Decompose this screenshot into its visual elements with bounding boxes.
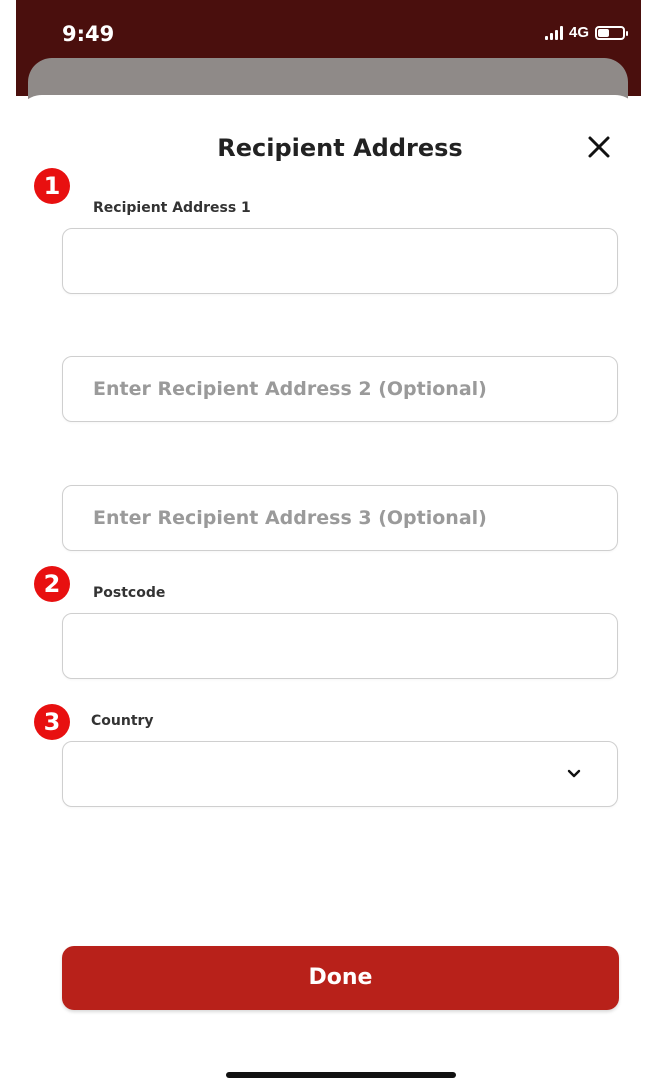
address3-field-box xyxy=(62,485,618,551)
network-label: 4G xyxy=(568,24,589,41)
signal-icon xyxy=(544,25,563,40)
step-marker-2: 2 xyxy=(34,566,70,602)
postcode-field-box xyxy=(62,613,618,679)
address2-field-box xyxy=(62,356,618,422)
page-title: Recipient Address xyxy=(217,134,463,162)
address1-field-box xyxy=(62,228,618,294)
phone-screen: 9:49 4G Recipient Address 1 Recipient Ad… xyxy=(0,0,647,1083)
battery-icon xyxy=(595,25,628,40)
country-select[interactable] xyxy=(62,741,618,807)
close-button[interactable] xyxy=(584,132,614,162)
chevron-down-icon xyxy=(567,769,581,778)
home-indicator[interactable] xyxy=(226,1072,456,1078)
address2-input[interactable] xyxy=(63,357,617,421)
address1-label: Recipient Address 1 xyxy=(93,200,251,216)
status-indicators: 4G xyxy=(544,24,628,41)
battery-level xyxy=(598,28,609,37)
step-marker-3: 3 xyxy=(34,704,70,740)
step-marker-1: 1 xyxy=(34,168,70,204)
status-time: 9:49 xyxy=(62,22,115,46)
country-label: Country xyxy=(91,713,154,729)
postcode-input[interactable] xyxy=(63,614,617,678)
address3-input[interactable] xyxy=(63,486,617,550)
postcode-label: Postcode xyxy=(93,585,166,601)
address1-input[interactable] xyxy=(63,229,617,293)
close-icon xyxy=(588,136,610,158)
done-button[interactable]: Done xyxy=(62,946,619,1010)
